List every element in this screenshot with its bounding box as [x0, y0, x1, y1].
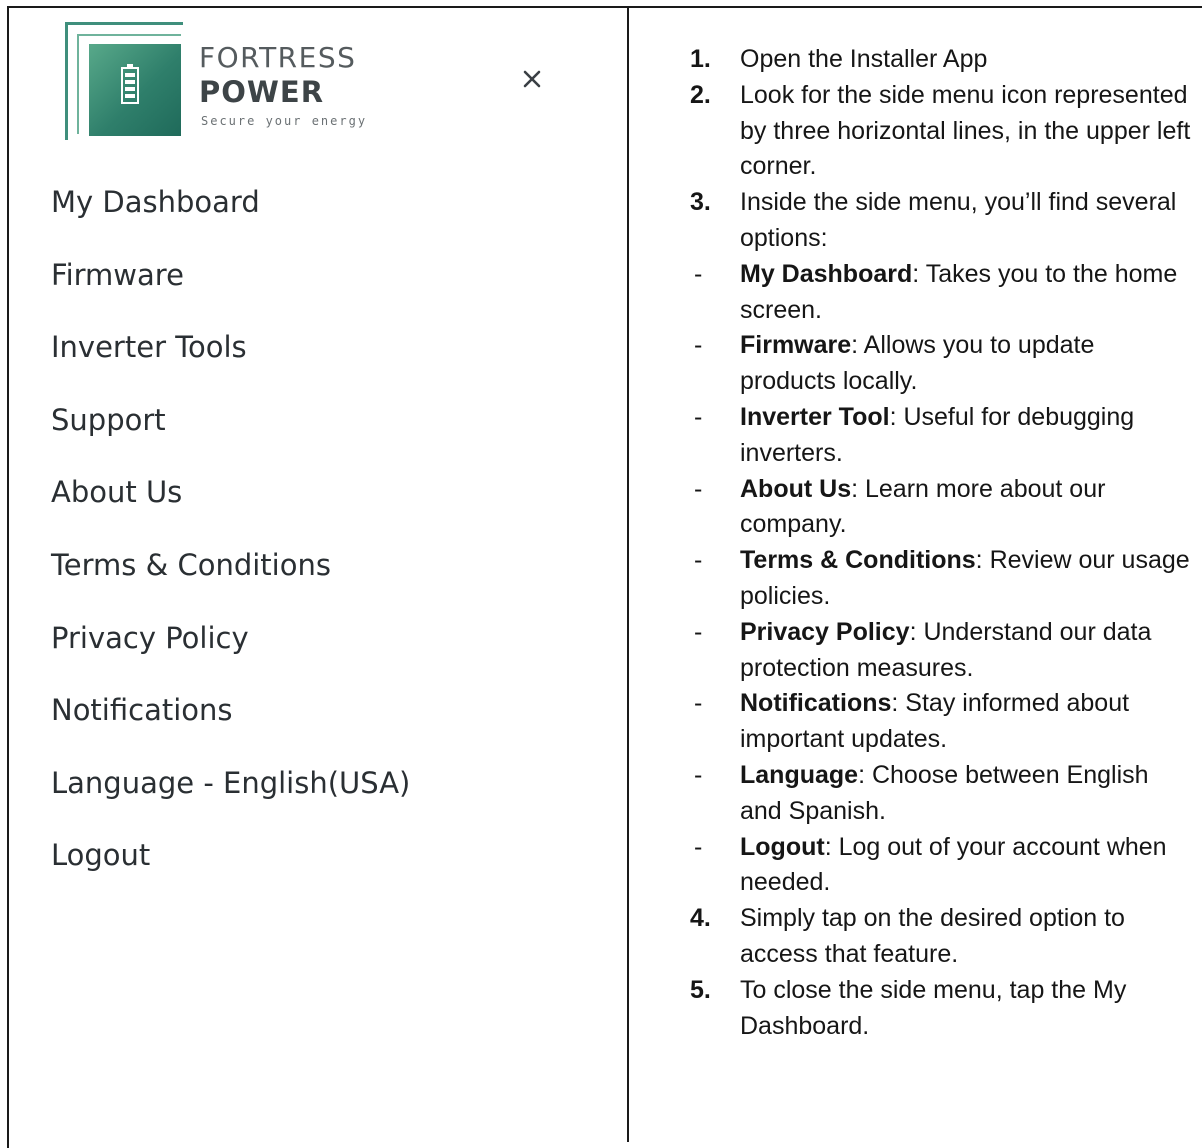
instruction-bullet: - Notifications: Stay informed about imp…: [690, 686, 1195, 758]
instruction-bullet: - My Dashboard: Takes you to the home sc…: [690, 257, 1195, 329]
instruction-bullet: - Language: Choose between English and S…: [690, 758, 1195, 830]
battery-icon: [121, 64, 139, 104]
step-number: 4.: [690, 904, 711, 933]
bullet-text: My Dashboard: Takes you to the home scre…: [740, 257, 1195, 329]
instruction-step: 2. Look for the side menu icon represent…: [690, 78, 1195, 185]
bullet-term: Language: [740, 760, 859, 789]
close-menu-button[interactable]: [517, 64, 547, 94]
bullet-text: Notifications: Stay informed about impor…: [740, 686, 1195, 758]
step-text: To close the side menu, tap the My Dashb…: [740, 975, 1127, 1040]
menu-item-support[interactable]: Support: [51, 402, 410, 475]
menu-item-language[interactable]: Language - English(USA): [51, 765, 410, 838]
logo-tagline: Secure your energy: [201, 114, 368, 128]
instruction-step: 4. Simply tap on the desired option to a…: [690, 901, 1195, 973]
step-text: Open the Installer App: [740, 45, 988, 73]
bullet-term: Terms & Conditions: [740, 546, 976, 575]
step-number: 3.: [690, 188, 711, 217]
bullet-dash: -: [694, 689, 703, 718]
menu-item-my-dashboard[interactable]: My Dashboard: [51, 184, 410, 257]
menu-item-notifications[interactable]: Notifications: [51, 692, 410, 765]
menu-item-logout[interactable]: Logout: [51, 837, 410, 910]
bullet-dash: -: [694, 474, 703, 503]
bullet-dash: -: [694, 617, 703, 646]
bullet-dash: -: [694, 259, 703, 288]
bullet-term: Inverter Tool: [740, 402, 890, 431]
step-text: Look for the side menu icon represented …: [740, 80, 1191, 181]
step-number: 1.: [690, 45, 711, 73]
instruction-bullet: - Privacy Policy: Understand our data pr…: [690, 615, 1195, 687]
step-number: 5.: [690, 975, 711, 1004]
instructions-list: 1. Open the Installer App 2. Look for th…: [690, 42, 1195, 1044]
side-menu-panel: FORTRESS POWER Secure your energy My Das…: [9, 8, 627, 1142]
bullet-dash: -: [694, 331, 703, 360]
bullet-dash: -: [694, 402, 703, 431]
instruction-bullet: - Logout: Log out of your account when n…: [690, 830, 1195, 902]
bullet-text: Terms & Conditions: Review our usage pol…: [740, 543, 1195, 615]
bullet-text: Language: Choose between English and Spa…: [740, 758, 1195, 830]
bullet-term: Notifications: [740, 689, 892, 718]
bullet-text: Firmware: Allows you to update products …: [740, 328, 1195, 400]
bullet-text: Privacy Policy: Understand our data prot…: [740, 615, 1195, 687]
instruction-bullet: - About Us: Learn more about our company…: [690, 472, 1195, 544]
step-text: Inside the side menu, you’ll find severa…: [740, 188, 1177, 252]
instruction-bullet: - Firmware: Allows you to update product…: [690, 328, 1195, 400]
bullet-dash: -: [694, 760, 703, 789]
bullet-text: About Us: Learn more about our company.: [740, 472, 1195, 544]
bullet-term: My Dashboard: [740, 259, 913, 288]
step-text: Simply tap on the desired option to acce…: [740, 904, 1125, 968]
step-number: 2.: [690, 80, 711, 109]
bullet-term: Logout: [740, 832, 825, 861]
menu-item-about-us[interactable]: About Us: [51, 474, 410, 547]
logo-brand-top: FORTRESS: [199, 41, 357, 74]
menu-item-inverter-tools[interactable]: Inverter Tools: [51, 329, 410, 402]
side-menu-list: My Dashboard Firmware Inverter Tools Sup…: [51, 184, 410, 910]
bullet-dash: -: [694, 546, 703, 575]
column-divider: [627, 6, 629, 1142]
bullet-term: Firmware: [740, 331, 852, 360]
bullet-text: Inverter Tool: Useful for debugging inve…: [740, 400, 1195, 472]
close-icon: [523, 70, 541, 88]
instruction-step: 3. Inside the side menu, you’ll find sev…: [690, 185, 1195, 257]
instruction-step: 1. Open the Installer App: [690, 42, 1195, 78]
instruction-bullet: - Inverter Tool: Useful for debugging in…: [690, 400, 1195, 472]
bullet-term: About Us: [740, 474, 852, 503]
instruction-step: 5. To close the side menu, tap the My Da…: [690, 973, 1195, 1045]
bullet-term: Privacy Policy: [740, 617, 910, 646]
menu-item-terms-conditions[interactable]: Terms & Conditions: [51, 547, 410, 620]
instruction-bullet: - Terms & Conditions: Review our usage p…: [690, 543, 1195, 615]
fortress-power-logo: FORTRESS POWER Secure your energy: [65, 16, 385, 146]
menu-item-privacy-policy[interactable]: Privacy Policy: [51, 620, 410, 693]
menu-item-firmware[interactable]: Firmware: [51, 257, 410, 330]
bullet-dash: -: [694, 832, 703, 861]
bullet-text: Logout: Log out of your account when nee…: [740, 830, 1195, 902]
logo-brand-bottom: POWER: [199, 75, 325, 109]
